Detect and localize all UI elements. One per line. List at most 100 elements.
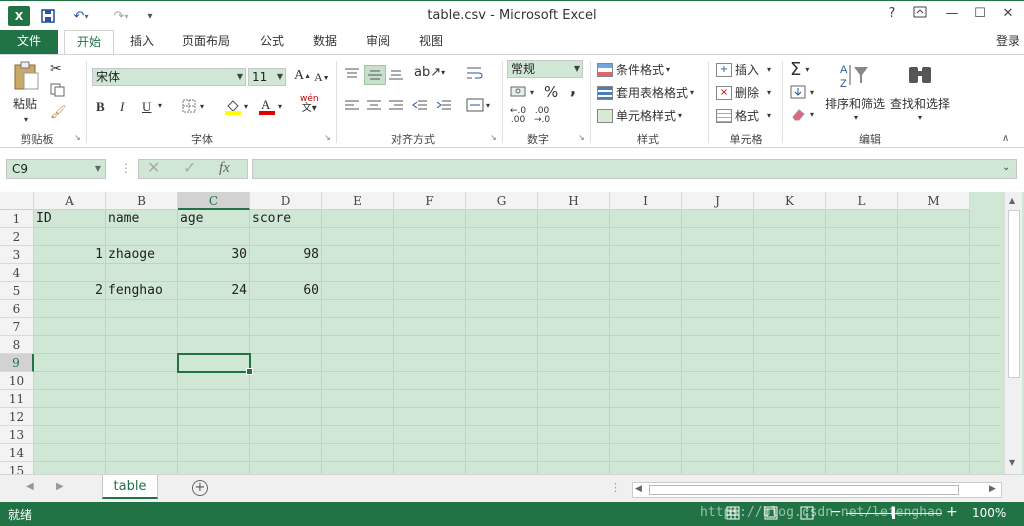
number-format-select[interactable]: 常规 ▼: [507, 60, 583, 78]
row-header-11[interactable]: 11: [0, 390, 34, 408]
sheet-nav-prev-icon[interactable]: ◀: [26, 481, 34, 492]
fill-color-icon[interactable]: ▾: [224, 97, 248, 115]
number-launcher-icon[interactable]: ↘: [578, 133, 585, 142]
row-header-7[interactable]: 7: [0, 318, 34, 336]
borders-icon[interactable]: ▾: [182, 99, 204, 113]
row-header-1[interactable]: 1: [0, 210, 34, 228]
percent-style-button[interactable]: %: [544, 83, 558, 101]
font-launcher-icon[interactable]: ↘: [324, 133, 331, 142]
row-header-2[interactable]: 2: [0, 228, 34, 246]
insert-cells-button[interactable]: + 插入 ▾: [716, 61, 771, 78]
column-header-b[interactable]: B: [106, 192, 178, 210]
font-size-select[interactable]: 11 ▼: [248, 68, 286, 86]
vertical-scroll-thumb[interactable]: [1008, 210, 1020, 378]
zoom-in-button[interactable]: +: [946, 504, 958, 520]
orientation-icon[interactable]: ab↗ ▾: [414, 65, 445, 80]
row-header-3[interactable]: 3: [0, 246, 34, 264]
row-header-5[interactable]: 5: [0, 282, 34, 300]
column-header-g[interactable]: G: [466, 192, 538, 210]
maximize-button[interactable]: ☐: [968, 6, 992, 26]
row-header-4[interactable]: 4: [0, 264, 34, 282]
decrease-decimal-icon[interactable]: .00 →.0: [534, 107, 550, 125]
comma-style-button[interactable]: ,: [570, 79, 576, 98]
sheet-nav-next-icon[interactable]: ▶: [56, 481, 64, 492]
find-select-button[interactable]: 查找和选择: [890, 95, 950, 112]
accounting-format-icon[interactable]: ▾: [510, 85, 534, 99]
row-header-12[interactable]: 12: [0, 408, 34, 426]
scroll-left-icon[interactable]: ◀: [635, 484, 642, 494]
row-header-6[interactable]: 6: [0, 300, 34, 318]
delete-cells-button[interactable]: × 删除 ▾: [716, 84, 771, 101]
column-header-m[interactable]: M: [898, 192, 970, 210]
column-header-f[interactable]: F: [394, 192, 466, 210]
tab-page-layout[interactable]: 页面布局: [174, 30, 238, 54]
select-all-corner[interactable]: [0, 192, 34, 210]
tab-data[interactable]: 数据: [305, 30, 345, 54]
column-header-i[interactable]: I: [610, 192, 682, 210]
row-header-15[interactable]: 15: [0, 462, 34, 474]
font-color-icon[interactable]: A ▾: [258, 97, 282, 115]
italic-button[interactable]: I: [120, 99, 124, 115]
find-select-icon[interactable]: [906, 61, 934, 89]
collapse-ribbon-icon[interactable]: ∧: [1002, 133, 1009, 144]
font-name-select[interactable]: 宋体 ▼: [92, 68, 246, 86]
zoom-slider-thumb[interactable]: [892, 507, 895, 519]
column-header-d[interactable]: D: [250, 192, 322, 210]
row-header-10[interactable]: 10: [0, 372, 34, 390]
column-header-e[interactable]: E: [322, 192, 394, 210]
wrap-text-icon[interactable]: [466, 65, 484, 81]
clipboard-launcher-icon[interactable]: ↘: [74, 133, 81, 142]
vertical-scrollbar[interactable]: ▲ ▼: [1004, 192, 1022, 474]
expand-formula-bar-icon[interactable]: ⌄: [1002, 162, 1010, 173]
tab-review[interactable]: 审阅: [358, 30, 398, 54]
align-top-icon[interactable]: [344, 67, 360, 81]
cell-a3[interactable]: 1: [34, 246, 106, 264]
paste-icon[interactable]: [12, 61, 42, 91]
page-layout-view-icon[interactable]: [764, 506, 778, 523]
format-painter-icon[interactable]: 🖌: [50, 105, 67, 120]
increase-decimal-icon[interactable]: ←.0.00: [510, 107, 526, 125]
autosum-icon[interactable]: Σ ▾: [790, 59, 809, 80]
underline-button[interactable]: U: [142, 99, 151, 115]
close-button[interactable]: ✕: [996, 6, 1020, 26]
tab-insert[interactable]: 插入: [122, 30, 162, 54]
fill-icon[interactable]: ▾: [790, 85, 814, 99]
align-right-icon[interactable]: [388, 99, 404, 113]
align-center-icon[interactable]: [366, 99, 382, 113]
cell-styles-button[interactable]: 单元格样式 ▾: [597, 107, 682, 124]
underline-dropdown-icon[interactable]: ▾: [158, 101, 162, 110]
horizontal-scrollbar[interactable]: ◀ ▶: [632, 482, 1002, 498]
row-header-14[interactable]: 14: [0, 444, 34, 462]
cancel-icon[interactable]: ✕: [147, 158, 160, 177]
column-header-j[interactable]: J: [682, 192, 754, 210]
sheet-tab-table[interactable]: table: [102, 475, 158, 499]
insert-function-button[interactable]: fx: [219, 160, 230, 177]
new-sheet-icon[interactable]: +: [192, 480, 208, 496]
help-button[interactable]: ?: [880, 6, 904, 26]
column-header-k[interactable]: K: [754, 192, 826, 210]
scroll-up-icon[interactable]: ▲: [1009, 196, 1015, 205]
column-header-a[interactable]: A: [34, 192, 106, 210]
cell-a5[interactable]: 2: [34, 282, 106, 300]
login-link[interactable]: 登录: [992, 30, 1024, 54]
paste-button[interactable]: 粘贴: [13, 95, 37, 112]
scroll-down-icon[interactable]: ▼: [1009, 458, 1015, 467]
cell-d3[interactable]: 98: [250, 246, 322, 264]
bold-button[interactable]: B: [96, 99, 105, 115]
copy-icon[interactable]: [50, 83, 66, 97]
clear-icon[interactable]: ▾: [790, 107, 814, 121]
column-header-h[interactable]: H: [538, 192, 610, 210]
ribbon-display-options-icon[interactable]: [908, 6, 932, 26]
normal-view-icon[interactable]: [726, 506, 740, 523]
conditional-formatting-button[interactable]: 条件格式 ▾: [597, 61, 670, 78]
horizontal-scroll-thumb[interactable]: [649, 485, 959, 495]
alignment-launcher-icon[interactable]: ↘: [490, 133, 497, 142]
column-header-c[interactable]: C: [178, 192, 250, 210]
grow-font-button[interactable]: A ▲: [294, 68, 311, 84]
enter-icon[interactable]: ✓: [183, 158, 196, 177]
name-box[interactable]: C9 ▼: [6, 159, 106, 179]
scroll-right-icon[interactable]: ▶: [989, 484, 996, 494]
sort-filter-button[interactable]: 排序和筛选: [825, 95, 885, 112]
align-middle-icon[interactable]: [364, 65, 386, 85]
hscroll-splitter-icon[interactable]: ⋮: [610, 481, 621, 494]
